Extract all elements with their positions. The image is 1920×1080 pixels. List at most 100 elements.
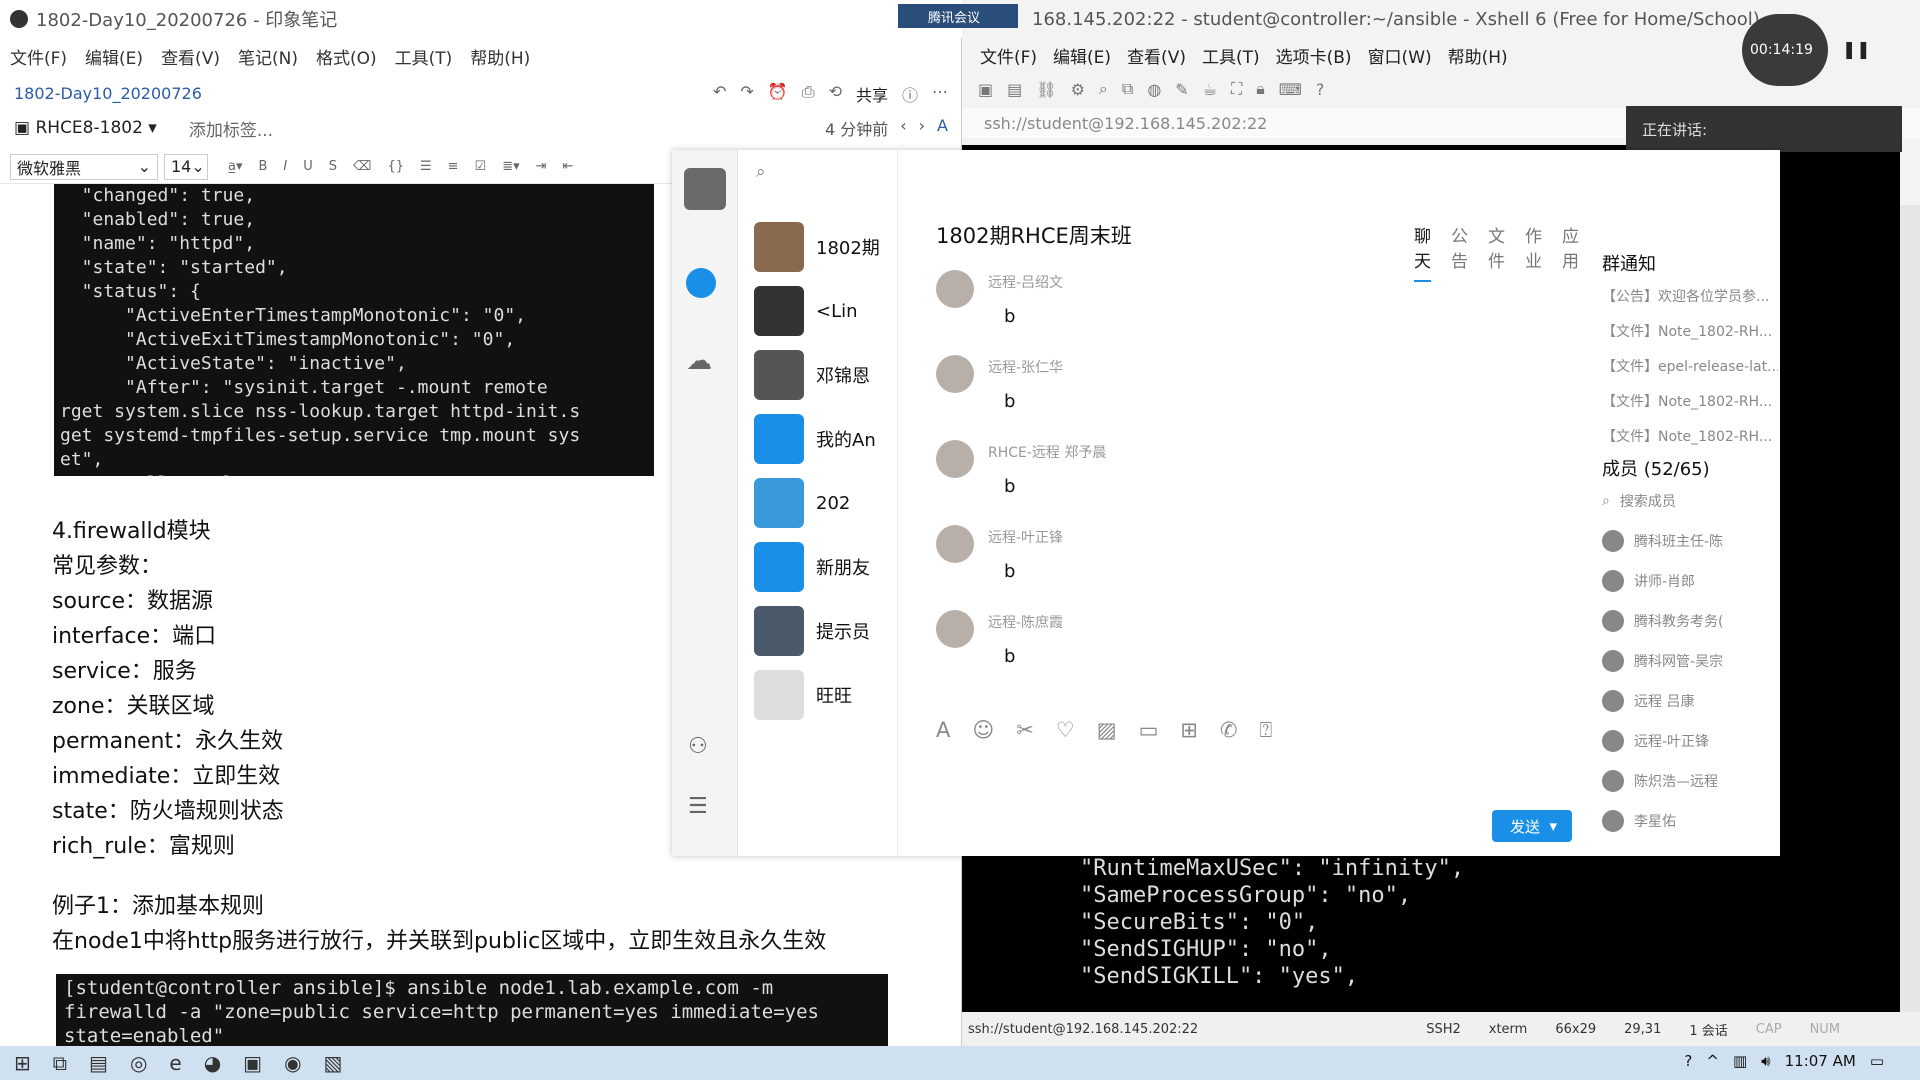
gift-icon[interactable]: ⊞ bbox=[1180, 718, 1198, 743]
open-icon[interactable]: ▤ bbox=[1007, 80, 1022, 99]
member-item[interactable]: 远程 吕康 bbox=[1602, 681, 1780, 721]
screenshot-icon[interactable]: ✂ bbox=[1016, 718, 1034, 743]
image-icon[interactable]: ▨ bbox=[1097, 718, 1117, 743]
recording-timer[interactable]: 00:14:19 ❚❚ bbox=[1742, 14, 1871, 86]
help-icon[interactable]: ? bbox=[1684, 1052, 1692, 1070]
tab-apps[interactable]: 应用 bbox=[1562, 222, 1579, 282]
folder-icon[interactable]: ▭ bbox=[1139, 718, 1159, 743]
search-icon[interactable]: ⌕ bbox=[1099, 79, 1108, 99]
member-item[interactable]: 腾科教务考务( bbox=[1602, 601, 1780, 641]
notebook-selector[interactable]: ▣ RHCE8-1802 ▾ bbox=[14, 118, 157, 138]
conversation-item[interactable]: 旺旺 bbox=[754, 668, 904, 722]
edge-icon[interactable]: e bbox=[169, 1051, 181, 1075]
notice-item[interactable]: 【公告】欢迎各位学员参... bbox=[1602, 280, 1778, 315]
qq-icon[interactable]: ◕ bbox=[204, 1051, 221, 1075]
avatar[interactable] bbox=[936, 270, 974, 308]
globe-icon[interactable]: ◍ bbox=[1147, 80, 1161, 99]
question-icon[interactable]: ⍰ bbox=[1260, 718, 1273, 743]
chevron-left-icon[interactable]: ‹ bbox=[900, 116, 906, 140]
new-session-icon[interactable]: ▣ bbox=[978, 80, 993, 99]
conversation-item[interactable]: 我的An bbox=[754, 412, 904, 466]
conversation-item[interactable]: 邓锦恩 bbox=[754, 348, 904, 402]
reminder-icon[interactable]: ⏰ bbox=[768, 82, 788, 106]
help-icon[interactable]: ? bbox=[1316, 80, 1325, 99]
note-title[interactable]: 1802-Day10_20200726 bbox=[14, 84, 202, 103]
link-icon[interactable]: ⛓ bbox=[1036, 80, 1056, 99]
cloud-icon[interactable]: ☁ bbox=[686, 346, 712, 376]
windows-start-icon[interactable]: ⊞ bbox=[14, 1051, 31, 1075]
menu-view[interactable]: 查看(V) bbox=[161, 44, 220, 69]
volume-icon[interactable]: 🔊︎ bbox=[1761, 1052, 1770, 1070]
bullet-list-icon[interactable]: ☰ bbox=[420, 159, 432, 174]
align-icon[interactable]: ≣▾ bbox=[502, 159, 519, 174]
conversation-item[interactable]: 新朋友 bbox=[754, 540, 904, 594]
font-icon[interactable]: A bbox=[936, 718, 950, 743]
font-size-select[interactable]: 14 ⌄ bbox=[164, 153, 208, 180]
search-icon[interactable]: ⌕ bbox=[756, 162, 766, 182]
member-item[interactable]: 远程-叶正锋 bbox=[1602, 721, 1780, 761]
menu-tools[interactable]: 工具(T) bbox=[395, 44, 453, 69]
key-icon[interactable]: ✎ bbox=[1175, 80, 1188, 99]
share-icon[interactable]: ⟲ bbox=[829, 82, 842, 106]
numbered-list-icon[interactable]: ≡ bbox=[448, 159, 459, 174]
chat-icon[interactable] bbox=[686, 268, 716, 298]
conversation-item[interactable]: 提示员 bbox=[754, 604, 904, 658]
notice-item[interactable]: 【文件】Note_1802-RH... bbox=[1602, 385, 1778, 420]
xshell-icon[interactable]: ▣ bbox=[243, 1051, 262, 1075]
more-icon[interactable]: ⋯ bbox=[932, 82, 948, 106]
terminal-scrollbar[interactable] bbox=[1900, 205, 1920, 1015]
redo-icon[interactable]: ↷ bbox=[740, 82, 753, 106]
conversation-item[interactable]: 1802期 bbox=[754, 220, 904, 274]
menu-tools[interactable]: 工具(T) bbox=[1202, 43, 1260, 68]
task-view-icon[interactable]: ⧉ bbox=[53, 1051, 67, 1075]
member-item[interactable]: 陈炽浩—远程 bbox=[1602, 761, 1780, 801]
undo-icon[interactable]: ↶ bbox=[713, 82, 726, 106]
meeting-icon[interactable]: ▧ bbox=[324, 1051, 343, 1075]
outdent-icon[interactable]: ⇤ bbox=[563, 159, 574, 174]
menu-format[interactable]: 格式(O) bbox=[316, 44, 377, 69]
underline-icon[interactable]: U bbox=[303, 159, 313, 174]
avatar[interactable] bbox=[936, 440, 974, 478]
chevron-right-icon[interactable]: › bbox=[919, 116, 925, 140]
properties-icon[interactable]: ⚙ bbox=[1071, 80, 1085, 99]
notification-icon[interactable]: ▭ bbox=[1870, 1052, 1884, 1070]
chevron-up-icon[interactable]: ^ bbox=[1706, 1052, 1719, 1070]
fullscreen-icon[interactable]: ⛶ bbox=[1231, 79, 1242, 99]
folder-icon[interactable]: ▤ bbox=[89, 1051, 108, 1075]
notice-item[interactable]: 【文件】Note_1802-RH... bbox=[1602, 315, 1778, 350]
print-icon[interactable]: ⎙ bbox=[802, 82, 815, 106]
member-item[interactable]: 腾科班主任-陈 bbox=[1602, 521, 1780, 561]
keyboard-icon[interactable]: ⌨ bbox=[1279, 80, 1302, 99]
add-tag-input[interactable]: 添加标签... bbox=[189, 116, 273, 141]
phone-icon[interactable]: ✆ bbox=[1220, 718, 1238, 743]
avatar[interactable] bbox=[936, 525, 974, 563]
member-item[interactable]: 讲师-肖郎 bbox=[1602, 561, 1780, 601]
send-button[interactable]: 发送 ▾ bbox=[1492, 810, 1572, 842]
script-icon[interactable]: ☕ bbox=[1203, 80, 1217, 99]
conversation-item[interactable]: 202 bbox=[754, 476, 904, 530]
menu-edit[interactable]: 编辑(E) bbox=[85, 44, 143, 69]
menu-window[interactable]: 窗口(W) bbox=[1368, 43, 1432, 68]
favorite-icon[interactable]: ♡ bbox=[1056, 718, 1075, 743]
emoji-icon[interactable]: ☺ bbox=[972, 718, 994, 743]
menu-file[interactable]: 文件(F) bbox=[10, 44, 67, 69]
menu-icon[interactable]: ☰ bbox=[688, 794, 708, 819]
eraser-icon[interactable]: ⌫ bbox=[353, 159, 371, 174]
add-contact-icon[interactable]: ⚇ bbox=[688, 734, 708, 759]
highlight-icon[interactable]: a̲▾ bbox=[228, 159, 243, 174]
menu-file[interactable]: 文件(F) bbox=[980, 43, 1037, 68]
indent-icon[interactable]: ⇥ bbox=[536, 159, 547, 174]
member-item[interactable]: 腾科网管-吴宗 bbox=[1602, 641, 1780, 681]
conversation-item[interactable]: <Lin bbox=[754, 284, 904, 338]
search-members[interactable]: ⌕ 搜索成员 bbox=[1602, 481, 1780, 521]
evernote-icon[interactable]: ◉ bbox=[284, 1051, 301, 1075]
checkbox-icon[interactable]: ☑ bbox=[475, 159, 487, 174]
menu-view[interactable]: 查看(V) bbox=[1127, 43, 1186, 68]
font-family-select[interactable]: 微软雅黑 ⌄ bbox=[10, 153, 158, 180]
member-item[interactable]: 李星佑 bbox=[1602, 801, 1780, 841]
avatar[interactable] bbox=[936, 610, 974, 648]
code-icon[interactable]: {} bbox=[387, 159, 404, 174]
italic-icon[interactable]: I bbox=[283, 159, 287, 174]
info-icon[interactable]: ⓘ bbox=[902, 82, 918, 106]
bold-icon[interactable]: B bbox=[259, 159, 268, 174]
